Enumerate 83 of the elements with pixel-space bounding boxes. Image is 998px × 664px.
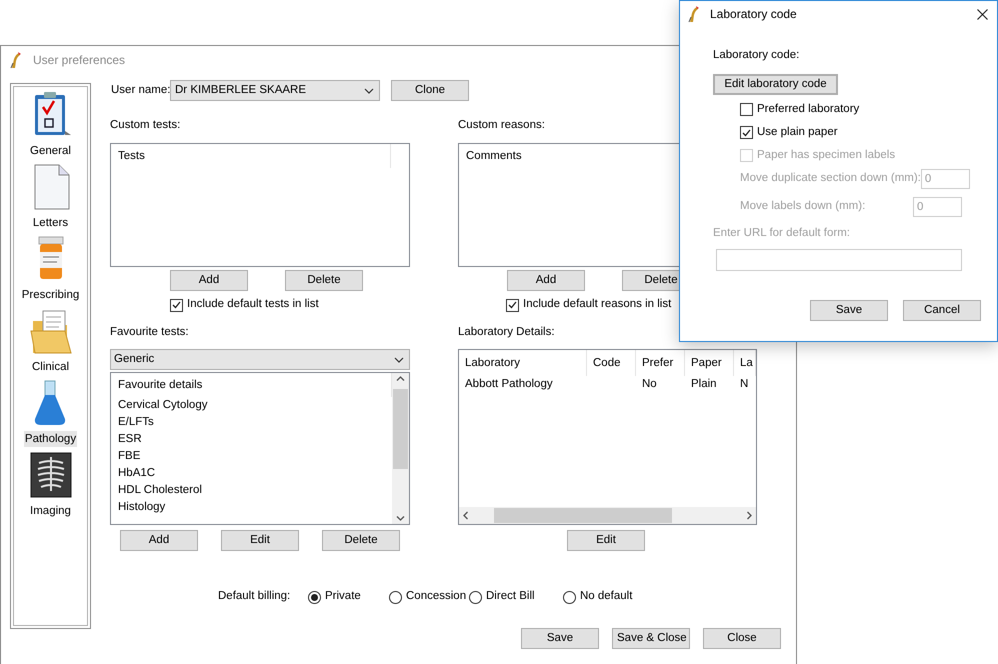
list-item[interactable]: ESR <box>111 431 392 448</box>
horizontal-scrollbar[interactable] <box>459 507 756 524</box>
scroll-thumb[interactable] <box>494 508 672 523</box>
group-dropdown[interactable]: Generic <box>110 349 410 370</box>
check-icon <box>742 128 751 136</box>
checkbox[interactable] <box>740 126 753 139</box>
clone-button[interactable]: Clone <box>391 80 469 101</box>
button[interactable]: Save & Close <box>612 628 690 649</box>
button[interactable]: Save <box>810 300 888 321</box>
table-cell-text: Plain <box>690 377 718 392</box>
window-title: User preferences <box>33 52 126 69</box>
button[interactable]: Add <box>507 270 585 291</box>
button[interactable]: Close <box>703 628 781 649</box>
radio-label: Direct Bill <box>486 589 535 604</box>
list-item[interactable]: E/LFTs <box>111 414 392 431</box>
radio-button[interactable] <box>389 590 402 604</box>
table-cell-text: No <box>641 377 658 392</box>
edit-button[interactable]: Edit <box>567 530 645 551</box>
table-cell-text: N <box>739 377 750 392</box>
sidebar-item[interactable]: Imaging <box>29 503 72 519</box>
check-icon <box>172 301 181 309</box>
field-label: Default billing: <box>218 589 292 604</box>
list-item[interactable]: HbA1C <box>111 465 392 482</box>
column-header: Laboratory <box>459 350 587 376</box>
section-label: Favourite tests: <box>110 325 190 339</box>
radio-label: Concession <box>406 589 466 604</box>
window-title: Laboratory code <box>710 6 798 23</box>
chevron-down-icon <box>364 88 374 94</box>
user-name-dropdown[interactable]: Dr KIMBERLEE SKAARE <box>170 80 380 101</box>
sidebar-item[interactable]: Prescribing <box>20 287 80 303</box>
checkbox-label: Preferred laboratory <box>757 102 860 117</box>
button[interactable]: Add <box>120 530 198 551</box>
table-cell-text: Abbott Pathology <box>464 377 554 392</box>
button[interactable]: Add <box>170 270 248 291</box>
radio-label: No default <box>580 589 632 604</box>
list-item[interactable]: Cervical Cytology <box>111 397 392 414</box>
section-label: Laboratory code: <box>713 48 800 62</box>
field-label: User name: <box>110 82 170 98</box>
x-ray-icon <box>28 451 72 499</box>
checkbox-label: Include default reasons in list <box>523 297 672 312</box>
button[interactable]: Cancel <box>903 300 981 321</box>
button[interactable]: Save <box>521 628 599 649</box>
bird-icon <box>8 51 22 69</box>
scroll-thumb[interactable] <box>393 388 408 468</box>
sidebar-item[interactable]: Clinical <box>30 359 70 375</box>
column-header: Paper <box>685 350 734 376</box>
vertical-scrollbar[interactable] <box>392 373 409 524</box>
column-header: La <box>734 350 756 376</box>
checkbox-label: Use plain paper <box>757 124 838 140</box>
sidebar-item[interactable]: Letters <box>32 215 70 231</box>
radio-button[interactable] <box>563 590 576 604</box>
section-label: Custom reasons: <box>458 118 546 132</box>
column-header: Tests <box>111 144 391 168</box>
section-label: Laboratory Details: <box>458 325 556 339</box>
list-item[interactable]: FBE <box>111 448 392 465</box>
checkbox[interactable] <box>170 298 183 312</box>
radio-button[interactable] <box>469 590 482 604</box>
button[interactable]: Edit <box>221 530 299 551</box>
checkbox-label: Include default tests in list <box>187 297 319 312</box>
radio-label: Private <box>325 589 361 604</box>
check-icon <box>508 301 517 309</box>
button[interactable]: Delete <box>285 270 363 291</box>
list-item[interactable]: HDL Cholesterol <box>111 482 392 499</box>
edit-laboratory-code-button[interactable]: Edit laboratory code <box>713 74 838 95</box>
checkbox[interactable] <box>740 103 753 116</box>
chevron-right-icon <box>747 511 752 520</box>
list-item[interactable]: Histology <box>111 499 392 516</box>
close-icon <box>976 8 988 20</box>
column-header: Prefer <box>636 350 685 376</box>
chevron-up-icon <box>396 376 405 381</box>
chevron-down-icon <box>396 516 405 521</box>
chevron-left-icon <box>463 511 468 520</box>
column-header: Code <box>587 350 636 376</box>
button[interactable]: Delete <box>322 530 400 551</box>
checkbox-label: Paper has specimen labels <box>757 148 896 163</box>
sidebar-item[interactable]: General <box>29 143 72 159</box>
sidebar-item[interactable]: Pathology <box>24 431 78 447</box>
radio-button[interactable] <box>308 590 321 604</box>
section-label: Custom tests: <box>110 118 182 132</box>
bird-icon <box>686 5 700 23</box>
list-box[interactable]: Tests <box>110 143 410 267</box>
checkbox[interactable] <box>506 298 519 312</box>
chevron-down-icon <box>394 356 404 362</box>
